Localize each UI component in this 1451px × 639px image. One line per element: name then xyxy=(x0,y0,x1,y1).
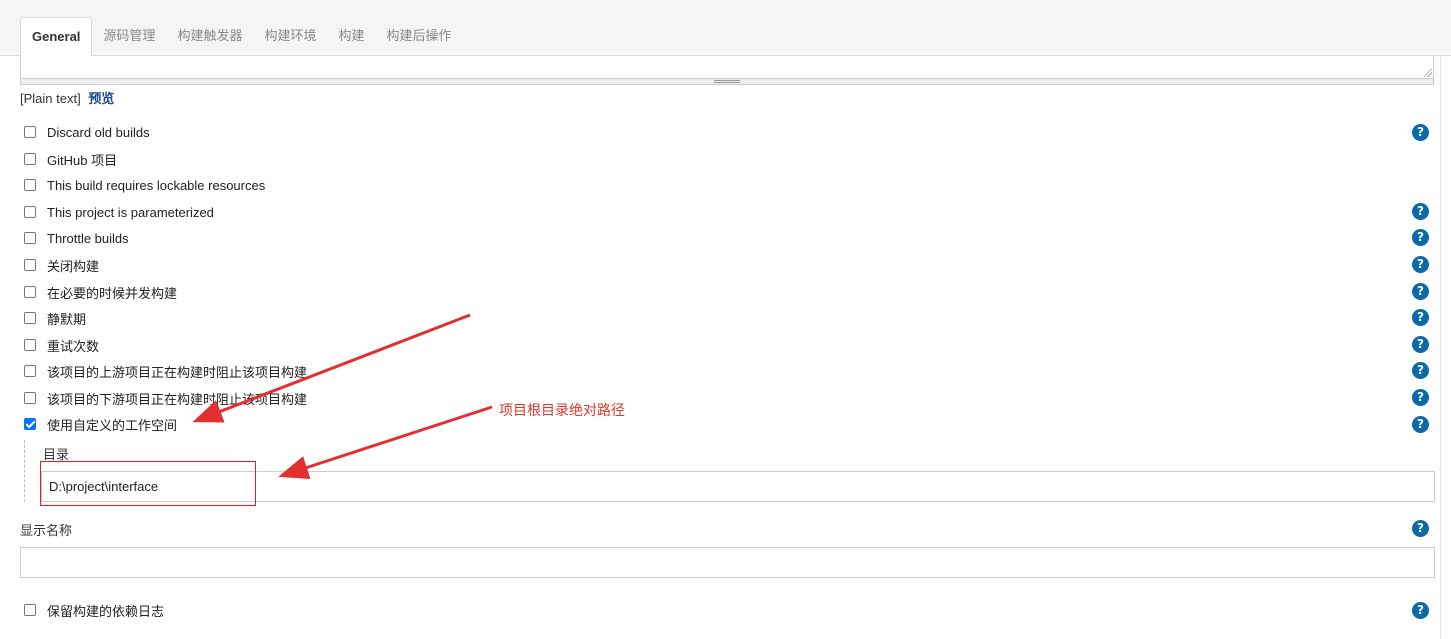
annotation-text: 项目根目录绝对路径 xyxy=(499,402,625,418)
arrow-to-custom-workspace xyxy=(192,313,471,423)
arrow-to-directory-input xyxy=(278,405,493,479)
annotation-arrows xyxy=(192,313,493,479)
